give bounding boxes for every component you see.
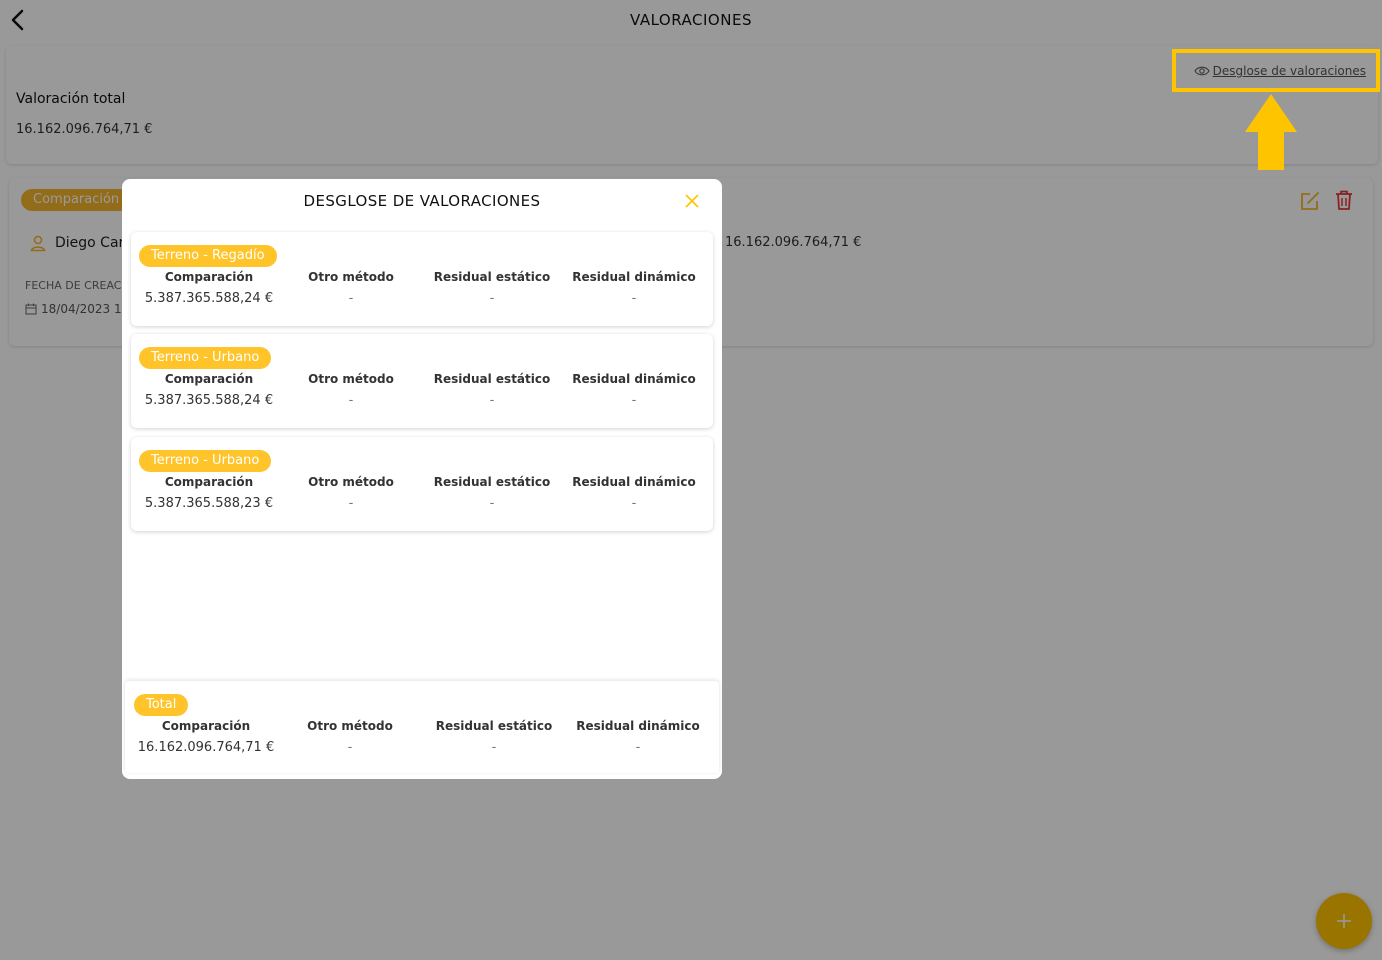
close-icon bbox=[685, 194, 699, 208]
col-header: Comparación bbox=[161, 719, 251, 733]
col-otro-metodo: Otro método - bbox=[281, 475, 421, 511]
row-badge: Terreno - Urbano bbox=[139, 347, 272, 369]
col-value: 16.162.096.764,71 € bbox=[137, 740, 275, 755]
total-badge: Total bbox=[134, 694, 189, 716]
col-value: - bbox=[489, 496, 495, 511]
col-header: Comparación bbox=[164, 270, 254, 284]
col-residual-dinamico: Residual dinámico - bbox=[564, 372, 704, 408]
col-value: - bbox=[348, 393, 354, 408]
breakdown-row: Terreno - Regadío Comparación 5.387.365.… bbox=[131, 232, 713, 326]
breakdown-row: Terreno - Urbano Comparación 5.387.365.5… bbox=[131, 334, 713, 428]
col-header: Residual dinámico bbox=[576, 719, 700, 733]
col-comparacion: Comparación 16.162.096.764,71 € bbox=[136, 719, 276, 755]
col-otro-metodo: Otro método - bbox=[281, 372, 421, 408]
col-header: Otro método bbox=[308, 270, 394, 284]
col-residual-estatico: Residual estático - bbox=[422, 475, 562, 511]
col-header: Residual dinámico bbox=[572, 372, 696, 386]
total-row: Total Comparación 16.162.096.764,71 € Ot… bbox=[125, 681, 719, 773]
col-header: Residual estático bbox=[433, 270, 551, 284]
col-residual-estatico: Residual estático - bbox=[422, 270, 562, 306]
col-value: 5.387.365.588,24 € bbox=[144, 291, 274, 306]
col-header: Residual dinámico bbox=[572, 475, 696, 489]
col-header: Otro método bbox=[308, 372, 394, 386]
col-value: 5.387.365.588,24 € bbox=[144, 393, 274, 408]
row-badge: Terreno - Urbano bbox=[139, 450, 272, 472]
col-header: Residual estático bbox=[433, 372, 551, 386]
col-value: - bbox=[489, 291, 495, 306]
col-value: - bbox=[347, 740, 353, 755]
modal-close-button[interactable] bbox=[683, 192, 701, 210]
row-badge: Terreno - Regadío bbox=[139, 245, 277, 267]
col-otro-metodo: Otro método - bbox=[281, 270, 421, 306]
col-value: - bbox=[635, 740, 641, 755]
col-value: - bbox=[631, 393, 637, 408]
col-value: - bbox=[491, 740, 497, 755]
col-value: - bbox=[348, 496, 354, 511]
col-residual-estatico: Residual estático - bbox=[424, 719, 564, 755]
breakdown-row: Terreno - Urbano Comparación 5.387.365.5… bbox=[131, 437, 713, 531]
col-residual-dinamico: Residual dinámico - bbox=[568, 719, 708, 755]
arrow-up-icon bbox=[1245, 94, 1297, 170]
col-header: Otro método bbox=[307, 719, 393, 733]
col-header: Residual estático bbox=[433, 475, 551, 489]
col-value: - bbox=[631, 291, 637, 306]
breakdown-modal: DESGLOSE DE VALORACIONES Terreno - Regad… bbox=[122, 179, 722, 779]
col-comparacion: Comparación 5.387.365.588,23 € bbox=[139, 475, 279, 511]
col-otro-metodo: Otro método - bbox=[280, 719, 420, 755]
col-residual-dinamico: Residual dinámico - bbox=[564, 475, 704, 511]
col-residual-dinamico: Residual dinámico - bbox=[564, 270, 704, 306]
col-value: - bbox=[348, 291, 354, 306]
col-residual-estatico: Residual estático - bbox=[422, 372, 562, 408]
col-header: Otro método bbox=[308, 475, 394, 489]
col-value: - bbox=[631, 496, 637, 511]
col-header: Comparación bbox=[164, 475, 254, 489]
col-comparacion: Comparación 5.387.365.588,24 € bbox=[139, 372, 279, 408]
col-header: Comparación bbox=[164, 372, 254, 386]
col-value: 5.387.365.588,23 € bbox=[144, 496, 274, 511]
modal-title: DESGLOSE DE VALORACIONES bbox=[303, 192, 541, 210]
col-header: Residual estático bbox=[435, 719, 553, 733]
col-comparacion: Comparación 5.387.365.588,24 € bbox=[139, 270, 279, 306]
col-header: Residual dinámico bbox=[572, 270, 696, 284]
col-value: - bbox=[489, 393, 495, 408]
